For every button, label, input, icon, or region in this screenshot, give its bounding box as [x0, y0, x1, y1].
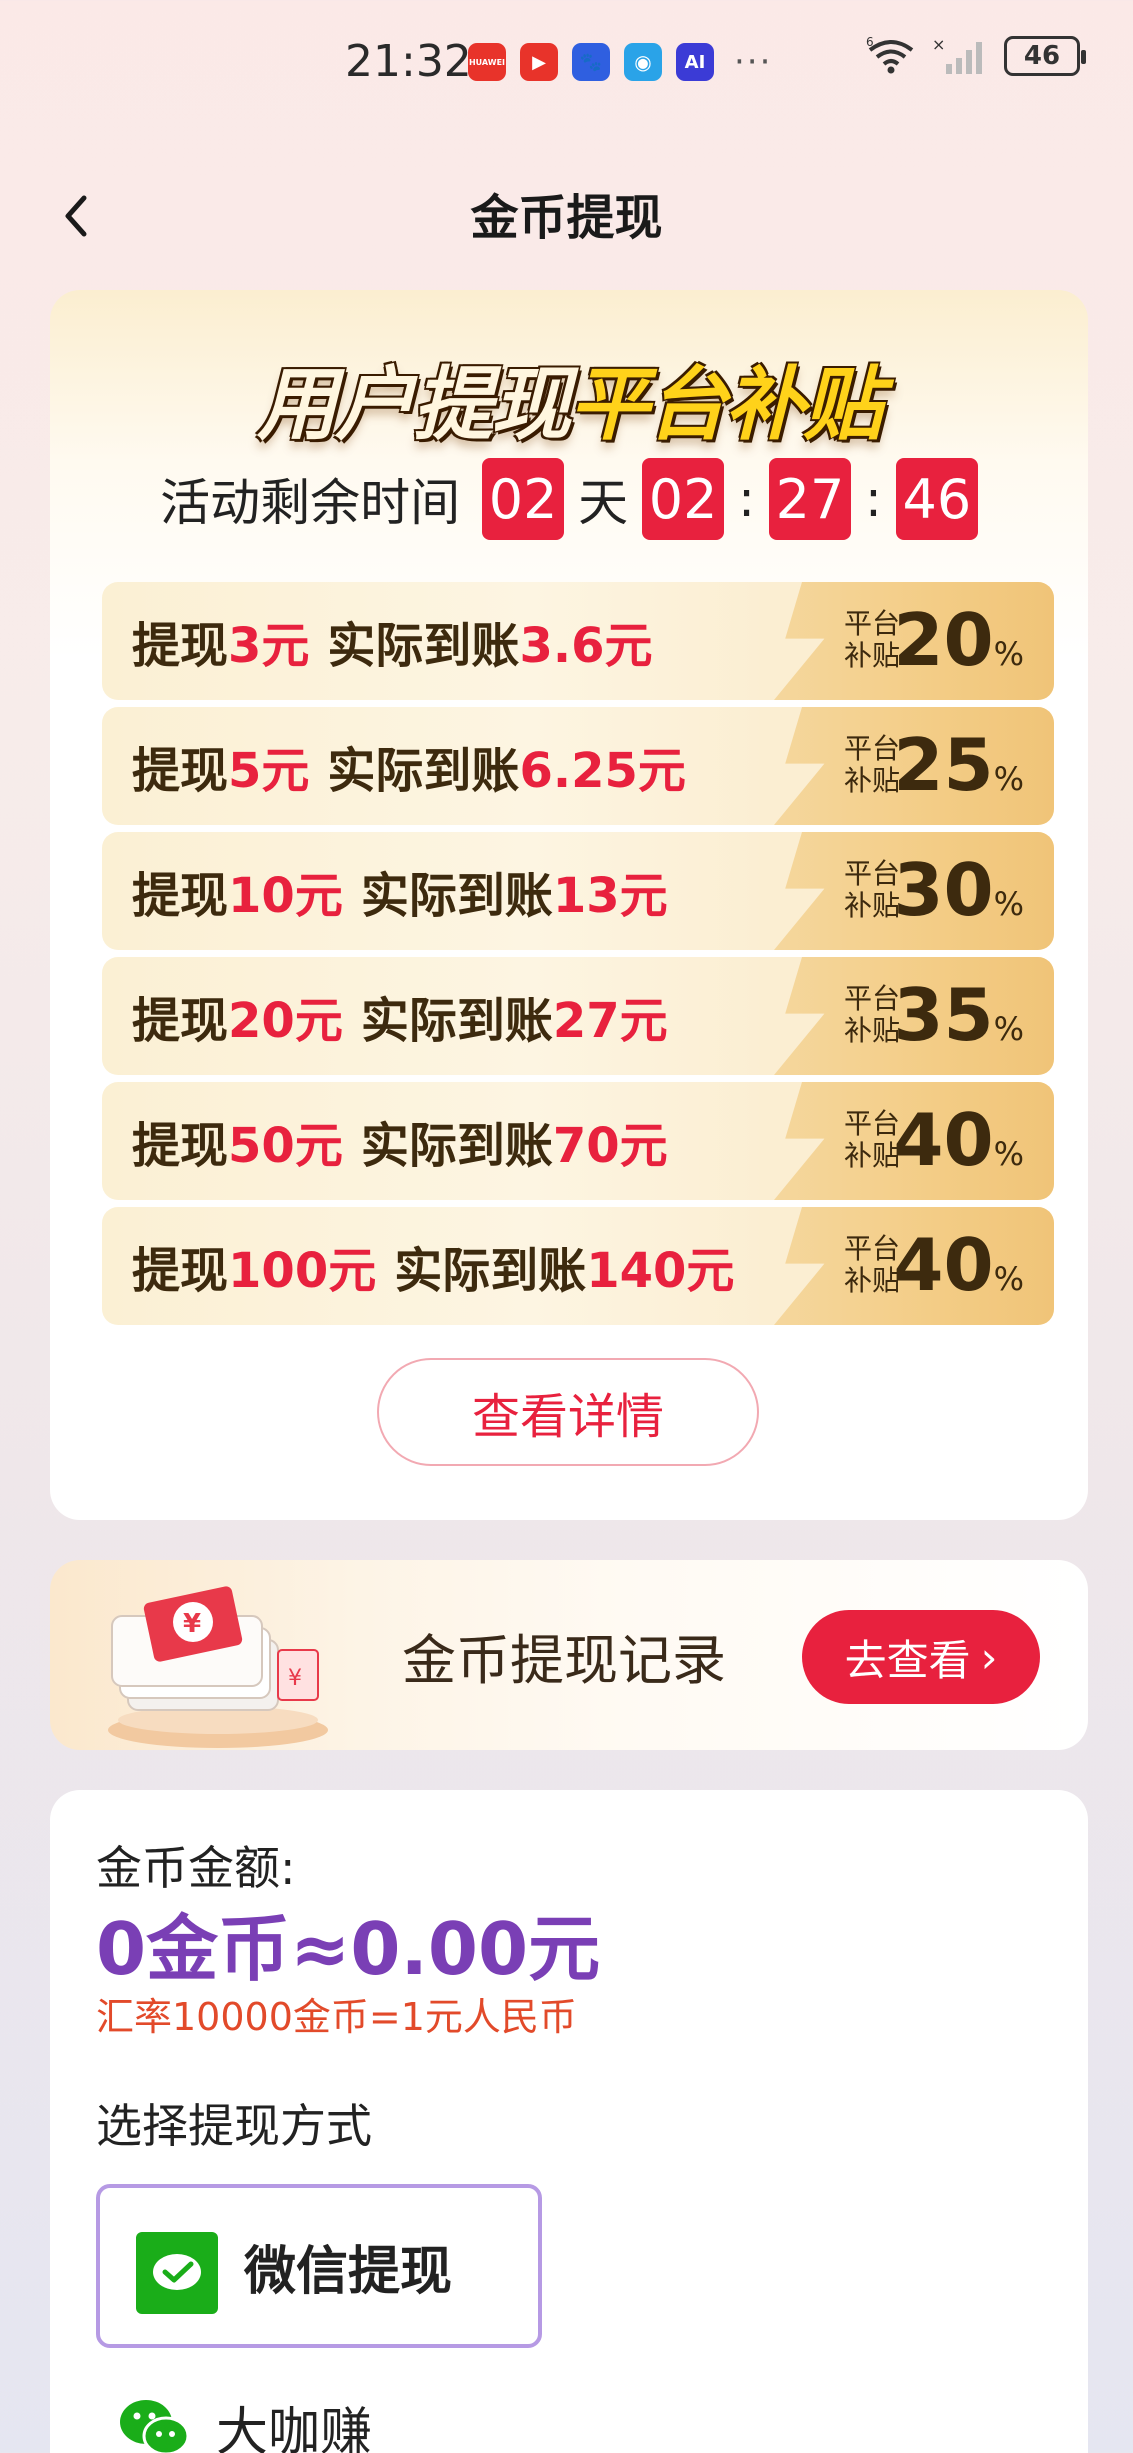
baidu-app-icon: 🐾 — [572, 43, 610, 81]
svg-text:×: × — [932, 36, 945, 54]
page-title: 金币提现 — [470, 190, 663, 246]
coin-balance-label: 金币金额: — [96, 1841, 296, 1895]
record-title: 金币提现记录 — [402, 1628, 726, 1692]
tier-subsidy-percent: 20% — [893, 598, 1024, 682]
promo-title-part1: 用户提现 — [257, 358, 571, 451]
tier-subsidy-percent: 35% — [893, 973, 1024, 1057]
tier-description: 提现 50元 实际到账 70元 — [132, 1118, 668, 1174]
countdown-seconds: 46 — [895, 458, 978, 540]
dakazhuan-label: 大咖赚 — [216, 2403, 373, 2453]
view-details-button[interactable]: 查看详情 — [377, 1358, 759, 1466]
withdrawal-record-banner[interactable]: ¥ ¥ 金币提现记录 去查看 › — [50, 1560, 1088, 1750]
battery-icon: 46 — [1004, 36, 1086, 76]
status-bar: 21:32 HUAWEI ▶ 🐾 ◉ AI ··· 6 × 46 — [0, 0, 1133, 120]
subsidy-tier: 提现 5元 实际到账 6.25元 平台 补贴 25% — [102, 707, 1054, 825]
tier-description: 提现 3元 实际到账 3.6元 — [132, 618, 653, 674]
wechat-icon — [120, 2399, 190, 2453]
status-time: 21:32 — [345, 36, 472, 87]
withdraw-method-label: 选择提现方式 — [96, 2099, 372, 2153]
huawei-app-icon: HUAWEI — [468, 43, 506, 81]
wechat-withdraw-label: 微信提现 — [244, 2241, 453, 2302]
subsidy-tier: 提现 10元 实际到账 13元 平台 补贴 30% — [102, 832, 1054, 950]
wechat-pay-icon — [136, 2232, 218, 2314]
subsidy-tier: 提现 3元 实际到账 3.6元 平台 补贴 20% — [102, 582, 1054, 700]
subsidy-tier: 提现 100元 实际到账 140元 平台 补贴 40% — [102, 1207, 1054, 1325]
wifi-icon: 6 — [866, 36, 914, 74]
tier-description: 提现 10元 实际到账 13元 — [132, 868, 668, 924]
subsidy-tier: 提现 20元 实际到账 27元 平台 补贴 35% — [102, 957, 1054, 1075]
countdown-timer: 活动剩余时间 02 天 02 : 27 : 46 — [50, 458, 1088, 540]
promo-title-part2: 平台补贴 — [569, 358, 883, 451]
go-view-button[interactable]: 去查看 › — [802, 1610, 1040, 1704]
subsidy-tier: 提现 50元 实际到账 70元 平台 补贴 40% — [102, 1082, 1054, 1200]
tier-subsidy-percent: 40% — [893, 1223, 1024, 1307]
subsidy-tier-list: 提现 3元 实际到账 3.6元 平台 补贴 20% 提现 5元 实际到账 6.25元 平台 补贴… — [102, 582, 1054, 1332]
countdown-hours: 02 — [642, 458, 725, 540]
wechat-withdraw-option[interactable]: 微信提现 — [96, 2184, 542, 2348]
countdown-day-unit: 天 — [578, 474, 629, 532]
signal-icon: × — [932, 36, 982, 74]
balance-card: 金币金额: 0金币≈0.00元 汇率10000金币=1元人民币 选择提现方式 微… — [50, 1790, 1088, 2453]
video-app-icon: ▶ — [520, 43, 558, 81]
subsidy-promo-card: 用户提现平台补贴 活动剩余时间 02 天 02 : 27 : 46 提现 3元 实际… — [50, 290, 1088, 1520]
tier-subsidy-percent: 40% — [893, 1098, 1024, 1182]
countdown-label: 活动剩余时间 — [160, 474, 461, 532]
tier-description: 提现 5元 实际到账 6.25元 — [132, 743, 686, 799]
status-right: 6 × 46 — [866, 36, 1086, 76]
coin-balance-value: 0金币≈0.00元 — [96, 1907, 601, 1991]
more-notifications-icon: ··· — [734, 42, 773, 82]
chevron-right-icon: › — [980, 1632, 998, 1682]
tier-description: 提现 100元 实际到账 140元 — [132, 1243, 735, 1299]
svg-text:¥: ¥ — [288, 1666, 302, 1691]
countdown-separator: : — [738, 470, 755, 528]
tier-subsidy-percent: 30% — [893, 848, 1024, 932]
exchange-rate-text: 汇率10000金币=1元人民币 — [96, 1995, 577, 2039]
notification-icons: HUAWEI ▶ 🐾 ◉ AI ··· — [468, 42, 772, 82]
browser-app-icon: ◉ — [624, 43, 662, 81]
promo-title: 用户提现平台补贴 — [50, 340, 1088, 456]
ai-app-icon: AI — [676, 43, 714, 81]
svg-text:¥: ¥ — [183, 1609, 201, 1639]
svg-text:6: 6 — [866, 36, 874, 49]
money-stack-icon: ¥ ¥ — [108, 1586, 328, 1748]
dakazhuan-option[interactable]: 大咖赚 — [116, 2390, 372, 2453]
tier-description: 提现 20元 实际到账 27元 — [132, 993, 668, 1049]
countdown-days: 02 — [482, 458, 565, 540]
countdown-minutes: 27 — [769, 458, 851, 540]
countdown-separator: : — [865, 470, 882, 528]
tier-subsidy-percent: 25% — [893, 723, 1024, 807]
